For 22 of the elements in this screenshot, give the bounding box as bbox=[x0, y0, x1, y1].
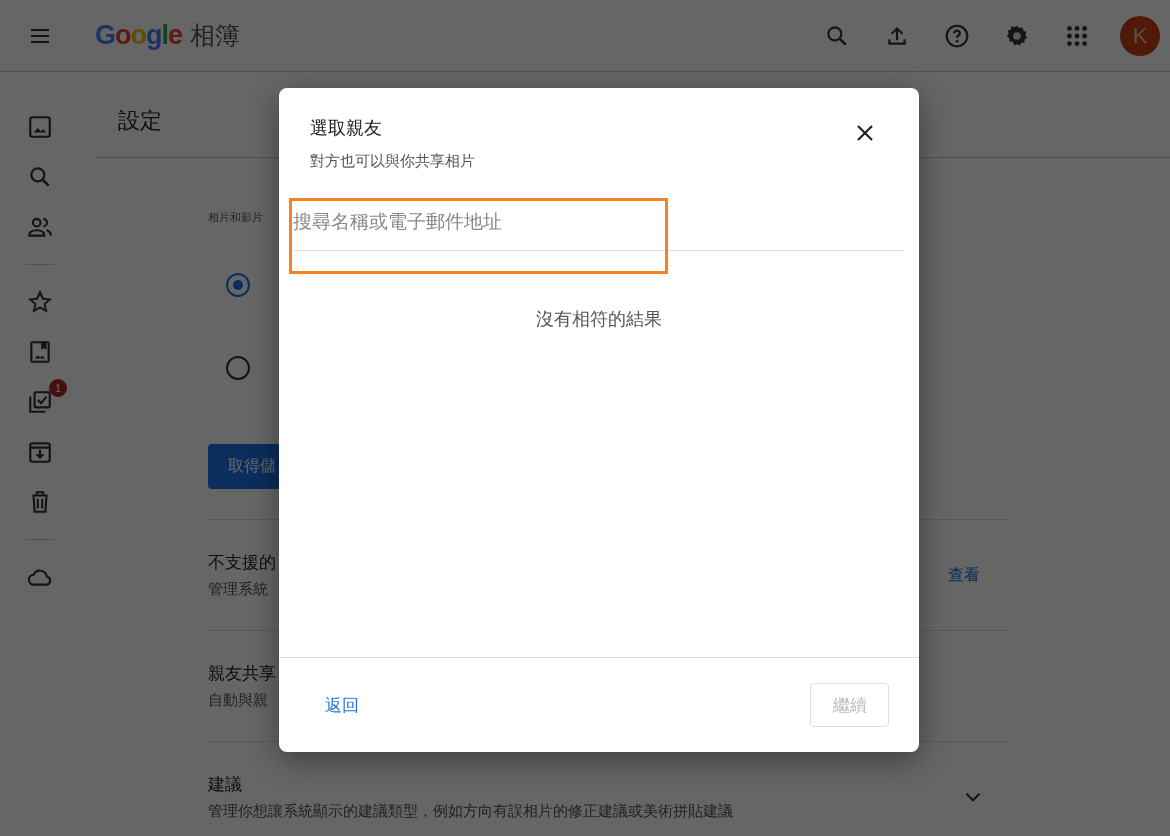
app-title: 相簿 bbox=[190, 20, 241, 51]
star-icon[interactable] bbox=[27, 289, 53, 315]
logo[interactable]: Google bbox=[95, 20, 183, 51]
radio-button[interactable] bbox=[226, 356, 250, 380]
setting-description: 管理你想讓系統顯示的建議類型，例如方向有誤相片的修正建議或美術拼貼建議 bbox=[208, 802, 733, 821]
setting-title: 建議 bbox=[208, 774, 242, 796]
help-icon[interactable] bbox=[944, 22, 970, 49]
setting-title: 不支援的 bbox=[208, 552, 276, 574]
photo-icon[interactable] bbox=[27, 114, 53, 140]
setting-description: 管理系統 bbox=[208, 580, 268, 599]
setting-title: 親友共享 bbox=[208, 663, 276, 685]
view-link[interactable]: 查看 bbox=[948, 564, 980, 586]
notification-badge: 1 bbox=[49, 379, 67, 397]
section-label: 相片和影片 bbox=[208, 210, 263, 225]
album-icon[interactable] bbox=[27, 339, 53, 365]
back-button[interactable]: 返回 bbox=[317, 687, 367, 723]
radio-button[interactable] bbox=[226, 273, 250, 297]
archive-icon[interactable] bbox=[27, 439, 53, 465]
setting-description: 自動與親 bbox=[208, 691, 268, 710]
checklist-icon[interactable] bbox=[27, 389, 53, 415]
dialog-title: 選取親友 bbox=[310, 117, 383, 140]
empty-message: 沒有相符的結果 bbox=[535, 308, 663, 331]
